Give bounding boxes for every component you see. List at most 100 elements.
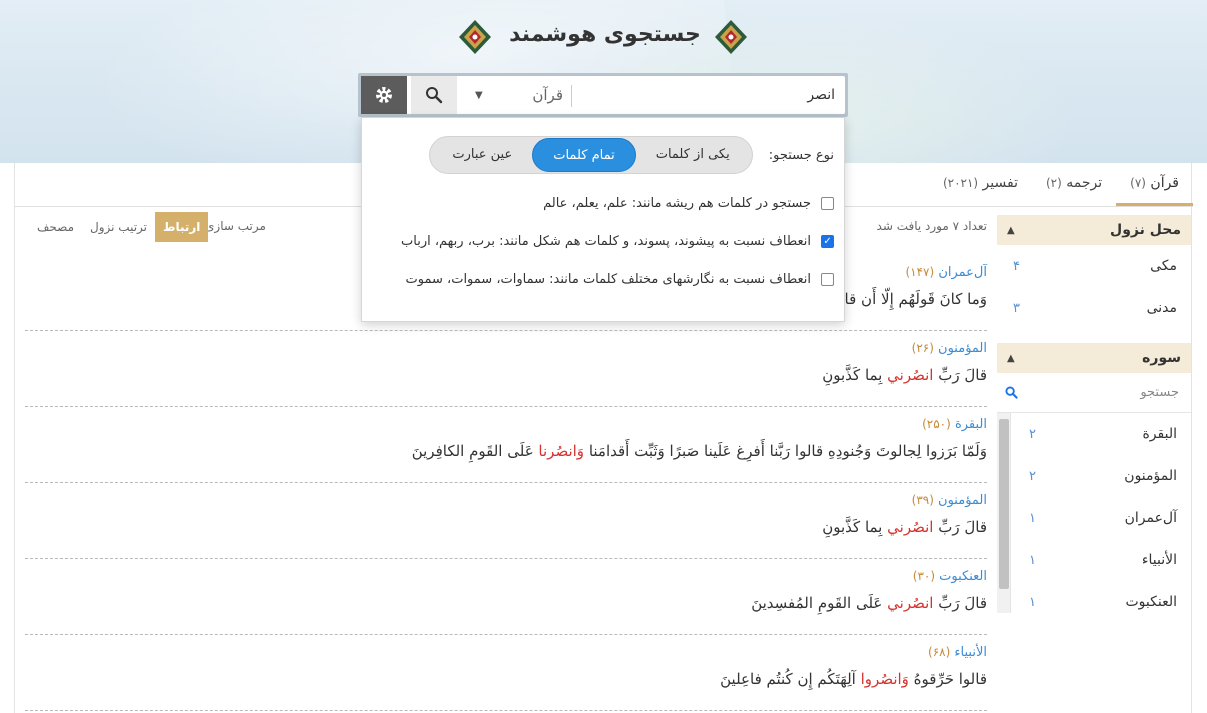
revelation-filter-header[interactable]: محل نزول ▲ — [997, 215, 1191, 245]
scrollbar[interactable] — [997, 413, 1011, 613]
verse-highlight: وَانصُرنا — [538, 442, 585, 460]
verse-text: قالوا حَرِّقوهُ وَانصُروا آلِهَتَكُم إِن… — [25, 670, 987, 688]
verse-pre: قالَ رَبِّ — [933, 594, 987, 612]
search-button[interactable] — [411, 76, 457, 114]
tab-quran[interactable]: قرآن (۷) — [1116, 162, 1193, 206]
sura-item[interactable]: آل‌عمران ۱ — [1013, 497, 1191, 539]
sura-title: سوره — [1142, 350, 1181, 366]
sura-count: ۱ — [1029, 552, 1036, 568]
ayah-number: (۲۶) — [911, 341, 934, 355]
result-reference[interactable]: العنكبوت (۳۰) — [25, 569, 987, 584]
ayah-number: (۳۰) — [912, 569, 936, 583]
sura-label: آل‌عمران — [1124, 510, 1177, 526]
verse-pre: قالَ رَبِّ — [933, 518, 987, 536]
sura-count: ۱ — [1029, 594, 1036, 610]
scope-value: قرآن — [532, 86, 563, 104]
sura-search-placeholder: جستجو — [1140, 385, 1179, 400]
sura-item[interactable]: المؤمنون ۲ — [1013, 455, 1191, 497]
tab-translation[interactable]: ترجمه (۲) — [1032, 162, 1116, 206]
option-any-word[interactable]: یکی از کلمات — [636, 138, 750, 172]
sura-search-input[interactable]: جستجو — [997, 373, 1191, 413]
sort-relevance[interactable]: ارتباط — [155, 212, 209, 242]
result-reference[interactable]: البقرة (۲۵۰) — [25, 417, 987, 432]
root-words-label: جستجو در کلمات هم ریشه مانند: علم، یعلم،… — [543, 196, 811, 211]
option-spelling-flex[interactable]: انعطاف نسبت به نگارشهای مختلف کلمات مانن… — [406, 272, 834, 287]
revelation-title: محل نزول — [1110, 222, 1181, 238]
tab-tafsir[interactable]: تفسیر (۲۰۲۱) — [929, 162, 1032, 206]
verse-highlight: وَانصُروا — [860, 670, 909, 688]
result-count: تعداد ۷ مورد یافت شد — [876, 219, 987, 233]
sura-count: ۱ — [1029, 510, 1036, 526]
sort-options: ارتباط ترتیب نزول مصحف — [29, 212, 209, 242]
tab-count: (۲۰۲۱) — [942, 176, 979, 190]
tab-count: (۲) — [1045, 176, 1062, 190]
sura-item[interactable]: العنكبوت ۱ — [1013, 581, 1191, 613]
gear-icon — [376, 87, 392, 103]
verse-pre: وَما كانَ قَولَهُم إِلّا أَن قالوا — [828, 290, 987, 308]
option-exact-phrase[interactable]: عین عبارت — [432, 138, 532, 172]
sura-item[interactable]: البقرة ۲ — [1013, 413, 1191, 455]
search-type-label: نوع جستجو: — [768, 147, 834, 163]
result-reference[interactable]: المؤمنون (۲۶) — [25, 341, 987, 356]
scope-dropdown[interactable]: ▼ قرآن — [461, 76, 573, 114]
verse-pre: قالوا حَرِّقوهُ — [908, 670, 987, 688]
caret-down-icon: ▼ — [475, 89, 483, 101]
filter-item-medinan[interactable]: مدنی ۳ — [997, 287, 1191, 329]
result-item: المؤمنون (۳۹) قالَ رَبِّ انصُرني بِما كَ… — [25, 483, 987, 559]
filter-count: ۳ — [1013, 300, 1020, 316]
filter-item-meccan[interactable]: مکی ۴ — [997, 245, 1191, 287]
sura-name: آل‌عمران — [938, 265, 987, 280]
search-type-toggle: یکی از کلمات تمام کلمات عین عبارت — [429, 136, 753, 174]
tab-label: ترجمه — [1066, 175, 1103, 191]
verse-post: عَلَى القَومِ الكافِرينَ — [411, 442, 539, 460]
result-reference[interactable]: الأنبياء (۶۸) — [25, 645, 987, 660]
search-type-row: نوع جستجو: یکی از کلمات تمام کلمات عین ع… — [429, 136, 834, 174]
sura-name: الأنبياء — [954, 645, 987, 660]
ayah-number: (۲۵۰) — [922, 417, 951, 431]
sura-list: البقرة ۲ المؤمنون ۲ آل‌عمران ۱ الأنبياء … — [997, 413, 1191, 613]
sura-label: البقرة — [1142, 426, 1177, 442]
result-item: المؤمنون (۲۶) قالَ رَبِّ انصُرني بِما كَ… — [25, 331, 987, 407]
sura-label: المؤمنون — [1124, 468, 1177, 484]
affix-flex-checkbox[interactable]: ✓ — [821, 235, 834, 248]
sura-filter-header[interactable]: سوره ▲ — [997, 343, 1191, 373]
ayah-number: (۶۸) — [928, 645, 951, 659]
filter-sidebar: محل نزول ▲ مکی ۴ مدنی ۳ سوره ▲ جستجو الب… — [997, 215, 1191, 713]
sort-mushaf[interactable]: مصحف — [29, 212, 82, 242]
search-bar: ▼ قرآن — [358, 73, 848, 117]
title-row: جستجوی هوشمند — [0, 16, 1207, 56]
affix-flex-label: انعطاف نسبت به پیشوند، پسوند، و کلمات هم… — [401, 234, 811, 249]
verse-post: بِما كَذَّبونِ — [822, 366, 888, 384]
sura-count: ۲ — [1029, 426, 1036, 442]
sura-name: المؤمنون — [938, 341, 987, 356]
sura-item[interactable]: الأنبياء ۱ — [1013, 539, 1191, 581]
sura-label: العنكبوت — [1125, 594, 1177, 610]
result-reference[interactable]: المؤمنون (۳۹) — [25, 493, 987, 508]
tab-count: (۷) — [1130, 176, 1146, 190]
sura-name: العنكبوت — [939, 569, 987, 584]
verse-text: وَلَمّا بَرَزوا لِجالوتَ وَجُنودِهِ قالو… — [25, 442, 987, 460]
filter-label: مدنی — [1146, 300, 1177, 316]
sura-name: البقرة — [954, 417, 987, 432]
spelling-flex-checkbox[interactable] — [821, 273, 834, 286]
chevron-up-icon[interactable]: ▲ — [1007, 225, 1015, 236]
filter-count: ۴ — [1013, 258, 1020, 274]
search-settings-panel: نوع جستجو: یکی از کلمات تمام کلمات عین ع… — [361, 117, 845, 322]
search-input[interactable] — [575, 76, 841, 114]
ayah-number: (۱۴۷) — [905, 265, 935, 279]
verse-post: آلِهَتَكُم إِن كُنتُم فاعِلينَ — [720, 670, 861, 688]
option-affix-flex[interactable]: ✓ انعطاف نسبت به پیشوند، پسوند، و کلمات … — [401, 234, 834, 249]
divider — [571, 85, 572, 107]
ayah-number: (۳۹) — [911, 493, 934, 507]
option-root-words[interactable]: جستجو در کلمات هم ریشه مانند: علم، یعلم،… — [543, 196, 834, 211]
chevron-up-icon[interactable]: ▲ — [1007, 353, 1015, 364]
result-item: الأنبياء (۶۸) قالوا حَرِّقوهُ وَانصُروا … — [25, 635, 987, 711]
sort-revelation-order[interactable]: ترتیب نزول — [82, 212, 155, 242]
result-list: آل‌عمران (۱۴۷) وَما كانَ قَولَهُم إِلّا … — [25, 255, 987, 711]
tab-label: تفسیر — [982, 175, 1018, 191]
settings-button[interactable] — [361, 76, 407, 114]
scrollbar-thumb[interactable] — [999, 419, 1009, 589]
verse-text: قالَ رَبِّ انصُرني بِما كَذَّبونِ — [25, 366, 987, 384]
option-all-words[interactable]: تمام کلمات — [532, 138, 636, 172]
root-words-checkbox[interactable] — [821, 197, 834, 210]
